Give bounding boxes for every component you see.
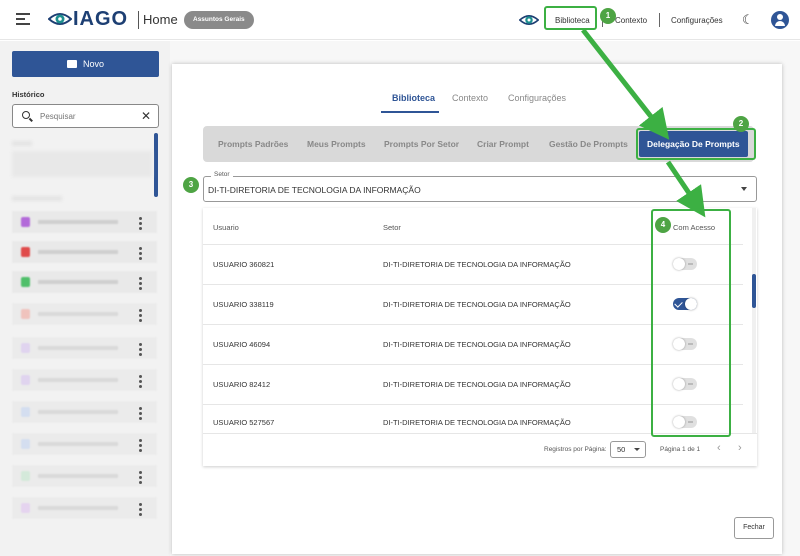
more-options-icon[interactable] xyxy=(139,277,142,292)
sidebar: Novo Histórico ✕ xyxy=(0,41,170,556)
eye-icon[interactable] xyxy=(519,11,539,29)
highlight-com-acesso-column xyxy=(651,209,731,437)
more-options-icon[interactable] xyxy=(139,217,142,232)
setor-select[interactable]: Setor DI-TI-DIRETORIA DE TECNOLOGIA DA I… xyxy=(203,171,757,202)
cell-setor: DI-TI-DIRETORIA DE TECNOLOGIA DA INFORMA… xyxy=(383,340,571,349)
history-item[interactable] xyxy=(12,465,157,487)
table-scroll-track xyxy=(752,208,756,433)
highlight-delegacao-tab xyxy=(636,128,756,160)
rows-per-page-label: Registros por Página: xyxy=(544,446,607,453)
more-options-icon[interactable] xyxy=(139,375,142,390)
cell-usuario: USUARIO 338119 xyxy=(213,300,274,309)
rows-per-page-select[interactable]: 50 xyxy=(610,441,646,458)
sidebar-scrollbar[interactable] xyxy=(154,133,158,197)
cell-setor: DI-TI-DIRETORIA DE TECNOLOGIA DA INFORMA… xyxy=(383,418,571,427)
tab-biblioteca[interactable]: Biblioteca xyxy=(392,93,435,103)
table-scrollbar[interactable] xyxy=(752,274,756,308)
history-item[interactable] xyxy=(12,241,157,263)
search-icon xyxy=(22,111,30,119)
column-header-setor: Setor xyxy=(383,223,401,232)
chevron-left-icon[interactable]: ‹ xyxy=(717,442,721,454)
chevron-right-icon[interactable]: › xyxy=(738,442,742,454)
close-button[interactable]: Fechar xyxy=(734,517,774,539)
history-section-heading xyxy=(12,196,62,201)
rows-per-page-value: 50 xyxy=(617,445,626,454)
new-chat-button[interactable]: Novo xyxy=(12,51,159,77)
setor-value: DI-TI-DIRETORIA DE TECNOLOGIA DA INFORMA… xyxy=(208,185,421,195)
more-options-icon[interactable] xyxy=(139,439,142,454)
subtab-prompts-padroes[interactable]: Prompts Padrões xyxy=(218,139,288,149)
more-options-icon[interactable] xyxy=(139,503,142,518)
caret-down-icon xyxy=(634,448,640,451)
moon-icon[interactable]: ☾ xyxy=(742,12,754,28)
tab-contexto[interactable]: Contexto xyxy=(452,93,488,103)
subtab-meus-prompts[interactable]: Meus Prompts xyxy=(307,139,366,149)
subtab-prompts-por-setor[interactable]: Prompts Por Setor xyxy=(384,139,459,149)
cell-setor: DI-TI-DIRETORIA DE TECNOLOGIA DA INFORMA… xyxy=(383,260,571,269)
nav-configuracoes[interactable]: Configurações xyxy=(671,16,723,25)
divider xyxy=(138,11,139,29)
history-item[interactable] xyxy=(12,303,157,325)
history-search: ✕ xyxy=(12,104,159,128)
history-section-heading xyxy=(12,141,32,146)
cell-usuario: USUARIO 360821 xyxy=(213,260,275,269)
history-item[interactable] xyxy=(12,337,157,359)
nav-contexto[interactable]: Contexto xyxy=(615,16,647,25)
divider xyxy=(659,13,660,27)
chat-icon xyxy=(66,60,77,68)
highlight-biblioteca xyxy=(544,6,597,30)
step-badge-1: 1 xyxy=(600,8,616,24)
page-info: Página 1 de 1 xyxy=(660,446,701,453)
history-item[interactable] xyxy=(12,151,152,177)
column-header-usuario: Usuario xyxy=(213,223,239,232)
top-bar: IAGO Home Assuntos Gerais Biblioteca Con… xyxy=(0,0,800,40)
new-chat-label: Novo xyxy=(82,59,104,69)
step-badge-2: 2 xyxy=(733,116,749,132)
history-item[interactable] xyxy=(12,211,157,233)
subtab-criar-prompt[interactable]: Criar Prompt xyxy=(477,139,529,149)
history-item[interactable] xyxy=(12,401,157,423)
cell-setor: DI-TI-DIRETORIA DE TECNOLOGIA DA INFORMA… xyxy=(383,380,571,389)
search-input[interactable] xyxy=(40,109,140,123)
more-options-icon[interactable] xyxy=(139,471,142,486)
history-item[interactable] xyxy=(12,433,157,455)
step-badge-4: 4 xyxy=(655,217,671,233)
menu-icon[interactable] xyxy=(16,13,30,25)
history-item[interactable] xyxy=(12,497,157,519)
modal-tabs: Biblioteca Contexto Configurações xyxy=(172,93,782,113)
active-tab-indicator xyxy=(381,111,439,113)
step-badge-3: 3 xyxy=(183,177,199,193)
cell-usuario: USUARIO 82412 xyxy=(213,380,271,389)
cell-usuario: USUARIO 46094 xyxy=(213,340,271,349)
caret-down-icon xyxy=(741,187,747,191)
user-avatar-icon[interactable] xyxy=(771,11,789,29)
history-item[interactable] xyxy=(12,369,157,391)
tab-configuracoes[interactable]: Configurações xyxy=(508,93,566,103)
more-options-icon[interactable] xyxy=(139,343,142,358)
app-logo-text: IAGO xyxy=(73,8,129,30)
clear-icon[interactable]: ✕ xyxy=(141,109,151,123)
more-options-icon[interactable] xyxy=(139,407,142,422)
cell-usuario: USUARIO 527567 xyxy=(213,418,275,427)
pagination-bar: Registros por Página: 50 Página 1 de 1 ‹… xyxy=(203,433,757,466)
cell-setor: DI-TI-DIRETORIA DE TECNOLOGIA DA INFORMA… xyxy=(383,300,571,309)
more-options-icon[interactable] xyxy=(139,247,142,262)
page-title: Home xyxy=(143,12,178,27)
subtab-gestao-de-prompts[interactable]: Gestão De Prompts xyxy=(549,139,628,149)
history-item[interactable] xyxy=(12,271,157,293)
setor-label: Setor xyxy=(211,171,233,178)
more-options-icon[interactable] xyxy=(139,309,142,324)
topic-chip[interactable]: Assuntos Gerais xyxy=(184,11,254,29)
eye-logo-icon xyxy=(48,13,72,25)
history-label: Histórico xyxy=(12,90,45,99)
